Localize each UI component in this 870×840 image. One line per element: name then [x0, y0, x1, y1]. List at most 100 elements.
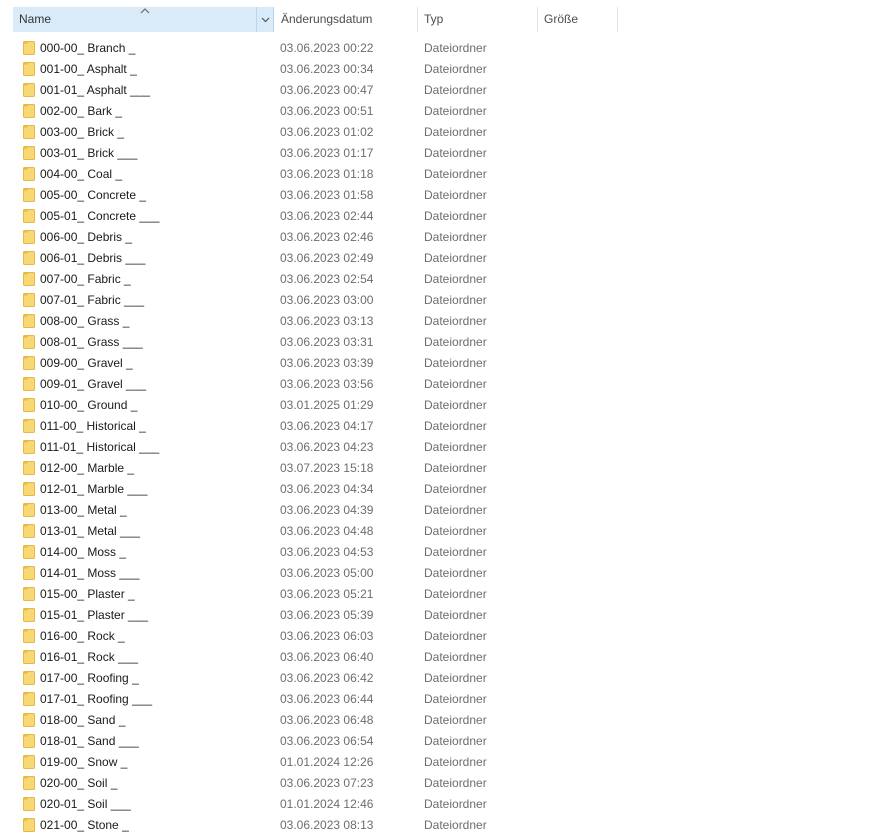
file-row[interactable]: 008-00_ Grass _ 03.06.2023 03:13 Dateiordn…: [0, 311, 870, 332]
file-type: Dateiordner: [424, 608, 487, 622]
folder-icon: [23, 671, 35, 685]
file-name: 001-00_ Asphalt _: [40, 62, 137, 76]
file-row[interactable]: 010-00_ Ground _ 03.01.2025 01:29 Dateiord…: [0, 395, 870, 416]
file-date: 03.06.2023 02:54: [280, 272, 374, 286]
file-row[interactable]: 020-01_ Soil ___ 01.01.2024 12:46 Dateiord…: [0, 794, 870, 815]
folder-icon: [23, 62, 35, 76]
folder-icon: [23, 776, 35, 790]
file-row[interactable]: 019-00_ Snow _ 01.01.2024 12:26 Dateiordne…: [0, 752, 870, 773]
file-type: Dateiordner: [424, 125, 487, 139]
file-row[interactable]: 020-00_ Soil _ 03.06.2023 07:23 Dateiordne…: [0, 773, 870, 794]
file-date: 03.06.2023 06:44: [280, 692, 374, 706]
chevron-down-icon: [261, 17, 269, 22]
folder-icon: [23, 713, 35, 727]
folder-icon: [23, 41, 35, 55]
file-name: 013-01_ Metal ___: [40, 524, 141, 538]
file-row[interactable]: 013-00_ Metal _ 03.06.2023 04:39 Dateiordn…: [0, 500, 870, 521]
file-row[interactable]: 021-00_ Stone _ 03.06.2023 08:13 Dateiordn…: [0, 815, 870, 836]
file-name: 012-01_ Marble ___: [40, 482, 148, 496]
file-row[interactable]: 005-01_ Concrete ___ 03.06.2023 02:44 Date…: [0, 206, 870, 227]
file-row[interactable]: 000-00_ Branch _ 03.06.2023 00:22 Dateiord…: [0, 38, 870, 59]
folder-icon: [23, 398, 35, 412]
file-date: 03.06.2023 07:23: [280, 776, 374, 790]
file-row[interactable]: 011-01_ Historical ___ 03.06.2023 04:23 Da…: [0, 437, 870, 458]
file-date: 03.06.2023 05:21: [280, 587, 374, 601]
file-type: Dateiordner: [424, 671, 487, 685]
file-row[interactable]: 015-01_ Plaster ___ 03.06.2023 05:39 Datei…: [0, 605, 870, 626]
file-type: Dateiordner: [424, 41, 487, 55]
file-type: Dateiordner: [424, 146, 487, 160]
file-row[interactable]: 007-01_ Fabric ___ 03.06.2023 03:00 Dateio…: [0, 290, 870, 311]
file-name: 021-00_ Stone _: [40, 818, 129, 832]
file-row[interactable]: 008-01_ Grass ___ 03.06.2023 03:31 Dateior…: [0, 332, 870, 353]
file-row[interactable]: 006-01_ Debris ___ 03.06.2023 02:49 Dateio…: [0, 248, 870, 269]
folder-icon: [23, 251, 35, 265]
file-row[interactable]: 004-00_ Coal _ 03.06.2023 01:18 Dateiordne…: [0, 164, 870, 185]
file-name: 020-01_ Soil ___: [40, 797, 131, 811]
file-date: 03.06.2023 04:48: [280, 524, 374, 538]
column-filter-button[interactable]: [256, 7, 273, 32]
file-row[interactable]: 002-00_ Bark _ 03.06.2023 00:51 Dateiordne…: [0, 101, 870, 122]
file-row[interactable]: 005-00_ Concrete _ 03.06.2023 01:58 Dateio…: [0, 185, 870, 206]
file-row[interactable]: 015-00_ Plaster _ 03.06.2023 05:21 Dateior…: [0, 584, 870, 605]
file-row[interactable]: 017-00_ Roofing _ 03.06.2023 06:42 Dateior…: [0, 668, 870, 689]
file-row[interactable]: 016-01_ Rock ___ 03.06.2023 06:40 Dateiord…: [0, 647, 870, 668]
file-row[interactable]: 009-01_ Gravel ___ 03.06.2023 03:56 Dateio…: [0, 374, 870, 395]
folder-icon: [23, 566, 35, 580]
file-date: 03.07.2023 15:18: [280, 461, 374, 475]
file-date: 03.06.2023 02:49: [280, 251, 374, 265]
file-row[interactable]: 001-01_ Asphalt ___ 03.06.2023 00:47 Datei…: [0, 80, 870, 101]
folder-icon: [23, 482, 35, 496]
folder-icon: [23, 419, 35, 433]
column-header-size-label: Größe: [544, 12, 579, 26]
file-name: 012-00_ Marble _: [40, 461, 135, 475]
file-name: 001-01_ Asphalt ___: [40, 83, 151, 97]
file-date: 03.06.2023 05:00: [280, 566, 374, 580]
file-type: Dateiordner: [424, 797, 487, 811]
file-row[interactable]: 011-00_ Historical _ 03.06.2023 04:17 Date…: [0, 416, 870, 437]
file-row[interactable]: 003-01_ Brick ___ 03.06.2023 01:17 Dateior…: [0, 143, 870, 164]
file-date: 03.06.2023 01:02: [280, 125, 374, 139]
file-row[interactable]: 017-01_ Roofing ___ 03.06.2023 06:44 Datei…: [0, 689, 870, 710]
file-date: 03.06.2023 06:48: [280, 713, 374, 727]
file-date: 03.06.2023 02:44: [280, 209, 374, 223]
file-row[interactable]: 014-01_ Moss ___ 03.06.2023 05:00 Dateiord…: [0, 563, 870, 584]
folder-icon: [23, 335, 35, 349]
file-name: 002-00_ Bark _: [40, 104, 123, 118]
file-type: Dateiordner: [424, 776, 487, 790]
file-row[interactable]: 003-00_ Brick _ 03.06.2023 01:02 Dateiordn…: [0, 122, 870, 143]
file-date: 03.06.2023 06:03: [280, 629, 374, 643]
file-row[interactable]: 001-00_ Asphalt _ 03.06.2023 00:34 Dateior…: [0, 59, 870, 80]
file-row[interactable]: 014-00_ Moss _ 03.06.2023 04:53 Dateiordne…: [0, 542, 870, 563]
file-row[interactable]: 007-00_ Fabric _ 03.06.2023 02:54 Dateiord…: [0, 269, 870, 290]
file-date: 03.06.2023 00:51: [280, 104, 374, 118]
column-header-name[interactable]: Name: [13, 7, 274, 32]
file-date: 03.06.2023 03:00: [280, 293, 374, 307]
column-header-size[interactable]: Größe: [538, 7, 618, 32]
file-type: Dateiordner: [424, 104, 487, 118]
file-row[interactable]: 012-00_ Marble _ 03.07.2023 15:18 Dateiord…: [0, 458, 870, 479]
file-type: Dateiordner: [424, 587, 487, 601]
file-list: 000-00_ Branch _ 03.06.2023 00:22 Dateiord…: [0, 38, 870, 836]
file-row[interactable]: 012-01_ Marble ___ 03.06.2023 04:34 Dateio…: [0, 479, 870, 500]
folder-icon: [23, 83, 35, 97]
file-row[interactable]: 006-00_ Debris _ 03.06.2023 02:46 Dateiord…: [0, 227, 870, 248]
file-name: 013-00_ Metal _: [40, 503, 127, 517]
file-row[interactable]: 009-00_ Gravel _ 03.06.2023 03:39 Dateiord…: [0, 353, 870, 374]
file-name: 020-00_ Soil _: [40, 776, 118, 790]
file-row[interactable]: 018-00_ Sand _ 03.06.2023 06:48 Dateiordne…: [0, 710, 870, 731]
file-type: Dateiordner: [424, 314, 487, 328]
file-date: 03.06.2023 03:56: [280, 377, 374, 391]
file-type: Dateiordner: [424, 755, 487, 769]
file-row[interactable]: 016-00_ Rock _ 03.06.2023 06:03 Dateiordne…: [0, 626, 870, 647]
file-date: 03.06.2023 03:39: [280, 356, 374, 370]
file-date: 03.06.2023 01:58: [280, 188, 374, 202]
folder-icon: [23, 461, 35, 475]
file-row[interactable]: 018-01_ Sand ___ 03.06.2023 06:54 Dateiord…: [0, 731, 870, 752]
file-name: 019-00_ Snow _: [40, 755, 128, 769]
column-header-date[interactable]: Änderungsdatum: [275, 7, 418, 32]
column-header-type[interactable]: Typ: [418, 7, 538, 32]
file-date: 03.06.2023 01:18: [280, 167, 374, 181]
file-type: Dateiordner: [424, 356, 487, 370]
file-row[interactable]: 013-01_ Metal ___ 03.06.2023 04:48 Dateior…: [0, 521, 870, 542]
